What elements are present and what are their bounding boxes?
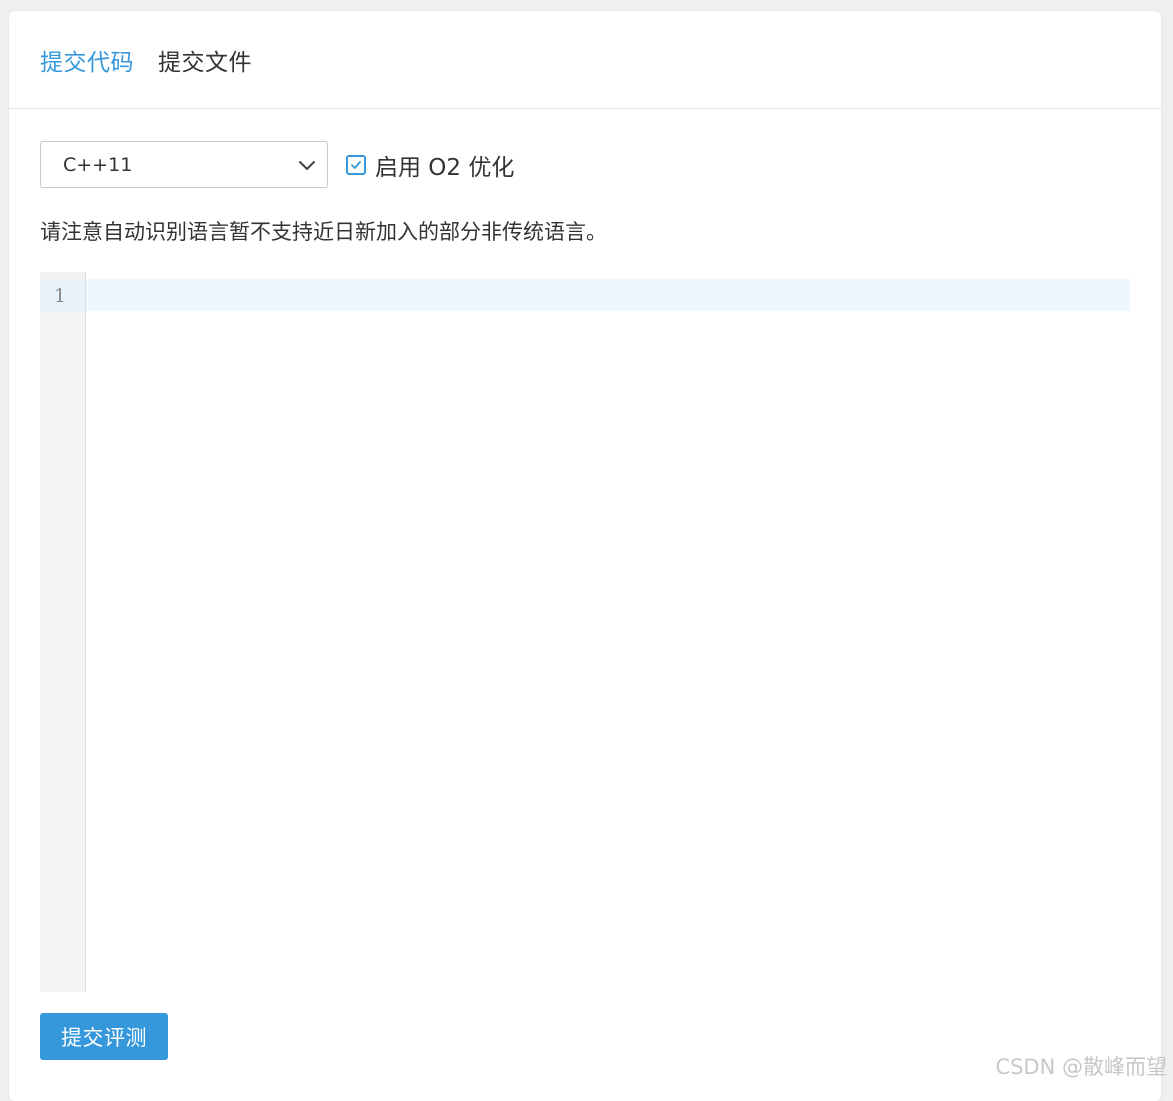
language-select[interactable]: C++11: [40, 141, 328, 188]
chevron-down-icon: [299, 160, 315, 170]
o2-option[interactable]: 启用 O2 优化: [346, 148, 514, 182]
o2-label: 启用 O2 优化: [375, 154, 515, 181]
tab-bar: 提交代码 提交文件: [9, 11, 1161, 109]
editor-gutter: [40, 272, 86, 992]
code-input[interactable]: [92, 279, 1130, 992]
check-icon: [351, 160, 361, 169]
tab-submit-code[interactable]: 提交代码: [40, 43, 134, 77]
o2-checkbox[interactable]: [346, 154, 366, 175]
watermark: CSDN @散峰而望: [995, 1055, 1167, 1079]
submit-panel: 提交代码 提交文件 C++11 启用 O2 优化 请注意自动识别语言暂不支持近日…: [9, 11, 1161, 1101]
submit-judge-button[interactable]: 提交评测: [40, 1013, 168, 1060]
language-notice: 请注意自动识别语言暂不支持近日新加入的部分非传统语言。: [40, 220, 607, 244]
code-editor[interactable]: 1: [40, 272, 1130, 992]
line-number: 1: [53, 285, 67, 307]
language-select-value: C++11: [63, 153, 133, 176]
tab-submit-file[interactable]: 提交文件: [158, 43, 252, 77]
submit-options: C++11 启用 O2 优化: [40, 141, 514, 188]
